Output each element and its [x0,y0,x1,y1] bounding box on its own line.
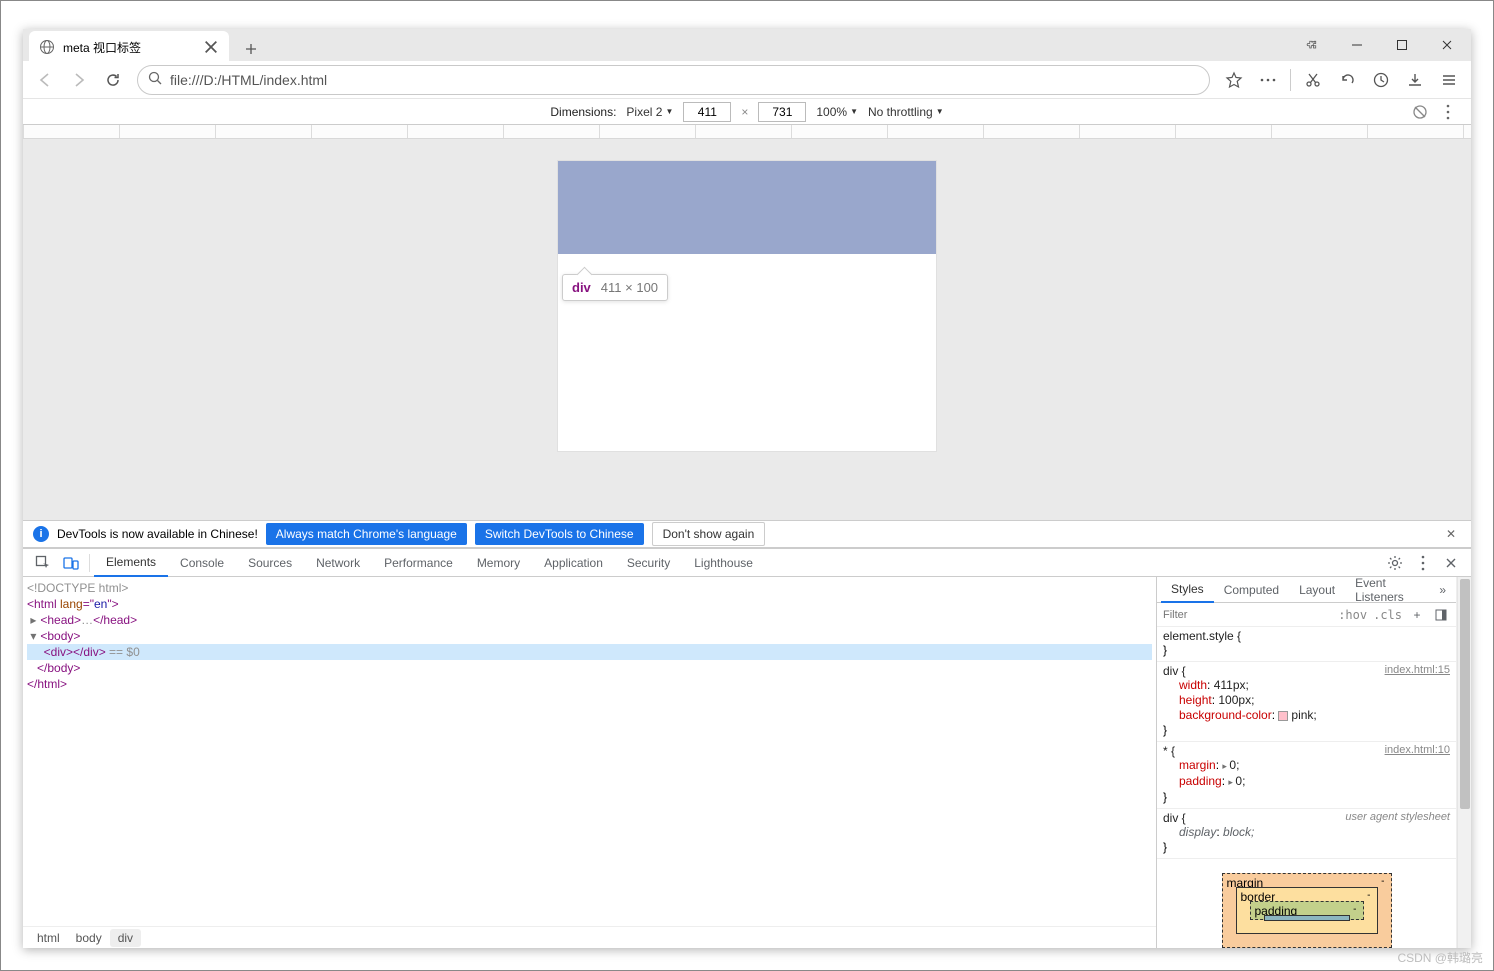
source-link[interactable]: index.html:10 [1385,744,1450,756]
styles-tabbar: Styles Computed Layout Event Listeners » [1157,577,1456,603]
back-button[interactable] [29,64,61,96]
forward-button[interactable] [63,64,95,96]
banner-msg: DevTools is now available in Chinese! [57,527,258,541]
tab-lighthouse[interactable]: Lighthouse [682,549,765,577]
zoom-select[interactable]: 100%▼ [816,105,858,119]
download-icon[interactable] [1399,64,1431,96]
tab-title: meta 视口标签 [63,39,141,56]
styles-filter-bar: :hov .cls + [1157,603,1456,627]
tab-network[interactable]: Network [304,549,372,577]
extensions-icon[interactable] [1289,30,1334,60]
breadcrumb[interactable]: html body div [23,926,1156,948]
box-model[interactable]: margin- border- padding- [1157,859,1456,948]
devtools-panel: Elements Console Sources Network Perform… [23,548,1471,948]
search-icon [148,71,162,88]
add-rule-icon[interactable]: + [1408,606,1426,624]
inspected-element[interactable] [558,161,936,254]
reload-button[interactable] [97,64,129,96]
toggle-panel-icon[interactable] [1432,606,1450,624]
inspect-tooltip: div 411 × 100 [562,274,668,301]
close-devtools-icon[interactable] [1437,549,1465,577]
tab-styles[interactable]: Styles [1161,577,1214,603]
styles-pane: Styles Computed Layout Event Listeners »… [1157,577,1457,948]
more-button[interactable] [1252,64,1284,96]
hamburger-icon[interactable] [1433,64,1465,96]
tab-computed[interactable]: Computed [1214,577,1289,603]
ua-label: user agent stylesheet [1345,811,1450,823]
os-titlebar: meta 视口标签 [23,29,1471,61]
dom-pane: <!DOCTYPE html> <html lang="en"> ▸<head>… [23,577,1157,948]
banner-close-icon[interactable]: ✕ [1441,527,1461,541]
info-icon: i [33,526,49,542]
filter-input[interactable] [1163,609,1332,621]
url-input[interactable]: file:///D:/HTML/index.html [137,65,1210,95]
device-select[interactable]: Pixel 2▼ [626,105,673,119]
globe-icon [39,39,55,55]
css-rules[interactable]: element.style { } index.html:15 div { wi… [1157,627,1456,948]
separator [1290,69,1291,91]
tooltip-tag: div [572,280,591,295]
width-input[interactable] [683,102,731,122]
tab-event-listeners[interactable]: Event Listeners [1345,577,1433,603]
device-toggle-icon[interactable] [57,549,85,577]
color-swatch[interactable] [1278,711,1288,721]
inspect-icon[interactable] [29,549,57,577]
undo-icon[interactable] [1331,64,1363,96]
crumb-html[interactable]: html [29,929,68,947]
match-language-button[interactable]: Always match Chrome's language [266,523,467,545]
more-tabs-icon[interactable]: » [1433,583,1452,597]
devtools-tabbar: Elements Console Sources Network Perform… [23,549,1471,577]
url-text: file:///D:/HTML/index.html [170,72,327,88]
close-window-button[interactable] [1424,30,1469,60]
tab-performance[interactable]: Performance [372,549,465,577]
dimensions-label: Dimensions: [550,105,616,119]
tab-application[interactable]: Application [532,549,615,577]
device-frame[interactable]: div 411 × 100 [558,161,936,451]
tab-console[interactable]: Console [168,549,236,577]
crumb-body[interactable]: body [68,929,110,947]
kebab-icon[interactable] [1409,549,1437,577]
times-label: × [741,105,748,119]
clock-icon[interactable] [1365,64,1397,96]
favorite-button[interactable] [1218,64,1250,96]
minimize-button[interactable] [1334,30,1379,60]
source-link[interactable]: index.html:15 [1385,664,1450,676]
tooltip-dims: 411 × 100 [601,280,658,295]
tab-memory[interactable]: Memory [465,549,532,577]
cut-icon[interactable] [1297,64,1329,96]
device-toolbar: Dimensions: Pixel 2▼ × 100%▼ No throttli… [23,99,1471,125]
crumb-div[interactable]: div [110,929,141,947]
rotate-icon[interactable] [1411,103,1429,121]
browser-tab[interactable]: meta 视口标签 [29,31,229,63]
dont-show-button[interactable]: Don't show again [652,522,766,546]
locale-banner: i DevTools is now available in Chinese! … [23,520,1471,548]
dom-tree[interactable]: <!DOCTYPE html> <html lang="en"> ▸<head>… [23,577,1156,926]
tab-layout[interactable]: Layout [1289,577,1345,603]
tab-sources[interactable]: Sources [236,549,304,577]
gear-icon[interactable] [1381,549,1409,577]
kebab-icon[interactable] [1439,103,1457,121]
tab-security[interactable]: Security [615,549,682,577]
ruler [23,125,1471,139]
watermark: CSDN @韩璐亮 [1397,949,1483,966]
close-icon[interactable] [203,39,219,55]
maximize-button[interactable] [1379,30,1424,60]
cls-toggle[interactable]: .cls [1373,608,1402,622]
switch-language-button[interactable]: Switch DevTools to Chinese [475,523,644,545]
height-input[interactable] [758,102,806,122]
device-viewport: div 411 × 100 [23,125,1471,520]
address-bar: file:///D:/HTML/index.html [23,61,1471,99]
new-tab-button[interactable] [237,35,265,63]
scrollbar[interactable] [1457,577,1471,948]
tab-elements[interactable]: Elements [94,549,168,577]
hov-toggle[interactable]: :hov [1338,608,1367,622]
throttling-select[interactable]: No throttling▼ [868,105,944,119]
